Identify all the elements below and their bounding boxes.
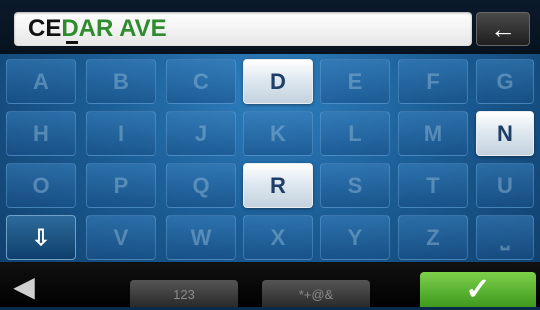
key-v[interactable]: V: [86, 215, 156, 260]
key-r[interactable]: R: [243, 163, 313, 208]
key-q[interactable]: Q: [166, 163, 236, 208]
arrow-down-icon: ⇩: [31, 224, 51, 250]
key-c[interactable]: C: [166, 59, 236, 104]
alphabet-keyboard: A B C D E F G H I J K L M N O P Q R S T …: [0, 54, 540, 262]
triangle-left-icon: ◀: [13, 271, 35, 302]
key-l[interactable]: L: [320, 111, 390, 156]
key-s[interactable]: S: [320, 163, 390, 208]
key-e[interactable]: E: [320, 59, 390, 104]
key-g[interactable]: G: [476, 59, 534, 104]
key-z[interactable]: Z: [398, 215, 468, 260]
key-d[interactable]: D: [243, 59, 313, 104]
key-h[interactable]: H: [6, 111, 76, 156]
symbols-mode-button[interactable]: *+@&: [262, 280, 370, 307]
keyboard-screen: CEDAR AVE ← A B C D E F G H I J K L M N …: [0, 0, 540, 307]
shift-down-button[interactable]: ⇩: [6, 215, 76, 260]
key-i[interactable]: I: [86, 111, 156, 156]
input-bar: CEDAR AVE ←: [0, 0, 540, 54]
key-o[interactable]: O: [6, 163, 76, 208]
key-f[interactable]: F: [398, 59, 468, 104]
autocomplete-suggestion: DAR AVE: [61, 15, 167, 42]
key-u[interactable]: U: [476, 163, 534, 208]
key-a[interactable]: A: [6, 59, 76, 104]
bottom-toolbar: ◀ 123 *+@& ✓: [0, 262, 540, 307]
backspace-button[interactable]: ←: [476, 12, 530, 46]
space-icon: ⎵: [500, 224, 510, 250]
key-w[interactable]: W: [166, 215, 236, 260]
key-b[interactable]: B: [86, 59, 156, 104]
numbers-mode-button[interactable]: 123: [130, 280, 238, 307]
street-search-input[interactable]: CEDAR AVE: [14, 12, 472, 46]
key-n[interactable]: N: [476, 111, 534, 156]
confirm-button[interactable]: ✓: [420, 272, 536, 307]
text-cursor: [66, 41, 78, 44]
key-t[interactable]: T: [398, 163, 468, 208]
key-k[interactable]: K: [243, 111, 313, 156]
checkmark-icon: ✓: [465, 273, 491, 306]
key-x[interactable]: X: [243, 215, 313, 260]
key-p[interactable]: P: [86, 163, 156, 208]
typed-text: CE: [28, 15, 62, 42]
arrow-left-icon: ←: [490, 13, 516, 44]
key-j[interactable]: J: [166, 111, 236, 156]
space-button[interactable]: ⎵: [476, 215, 534, 260]
key-m[interactable]: M: [398, 111, 468, 156]
back-button[interactable]: ◀: [6, 272, 42, 302]
key-y[interactable]: Y: [320, 215, 390, 260]
